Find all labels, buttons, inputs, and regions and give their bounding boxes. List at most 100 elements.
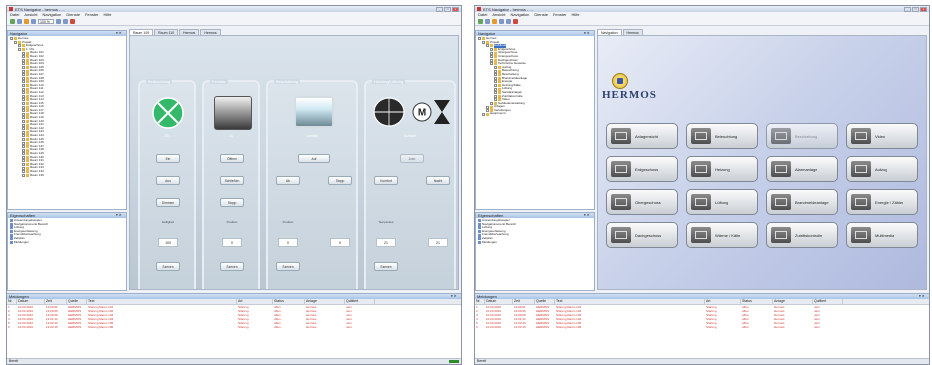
zoom-select[interactable]: 100 % <box>38 18 54 24</box>
refresh-icon[interactable] <box>499 18 504 24</box>
expand-icon[interactable] <box>22 163 25 167</box>
valve-motor-icon[interactable]: M <box>412 96 452 128</box>
minimize-button[interactable]: _ <box>904 6 911 12</box>
shading-value[interactable]: 0 <box>278 238 298 247</box>
menu-ansicht[interactable]: Ansicht <box>492 12 505 17</box>
expand-icon[interactable] <box>22 87 25 91</box>
close-button[interactable]: x <box>452 6 459 12</box>
expand-icon[interactable] <box>490 48 493 52</box>
hvac-value[interactable]: 21 <box>376 238 396 247</box>
tile-button[interactable]: Video <box>846 123 918 149</box>
expand-icon[interactable] <box>22 94 25 98</box>
lighting-dim-button[interactable]: Dimmen <box>156 198 180 207</box>
tile-button[interactable]: Heizung <box>686 156 758 182</box>
log-column-header[interactable]: Datum <box>485 299 513 304</box>
expand-icon[interactable] <box>494 80 497 84</box>
expand-icon[interactable] <box>494 98 497 102</box>
tile-button[interactable]: Lüftung <box>686 189 758 215</box>
expand-icon[interactable] <box>22 127 25 131</box>
home-icon[interactable] <box>24 18 29 24</box>
window-stop-button[interactable]: Stopp <box>220 198 244 207</box>
expand-icon[interactable] <box>486 109 489 113</box>
tile-button[interactable]: Zutrittskontrolle <box>766 222 838 248</box>
log-column-header[interactable]: Anlage <box>773 299 813 304</box>
tile-button[interactable]: Erdgeschoss <box>606 156 678 182</box>
expand-icon[interactable] <box>22 137 25 141</box>
light-bulb-icon[interactable] <box>151 96 185 130</box>
expand-icon[interactable] <box>490 62 493 66</box>
expand-icon[interactable] <box>22 152 25 156</box>
log-column-header[interactable]: Art <box>705 299 741 304</box>
menu-navigation[interactable]: Navigation <box>510 12 529 17</box>
shading-value-2[interactable]: 0 <box>330 238 350 247</box>
expand-icon[interactable] <box>486 44 489 48</box>
expand-icon[interactable] <box>482 40 485 44</box>
expand-icon[interactable] <box>22 73 25 77</box>
expand-icon[interactable] <box>18 48 21 52</box>
menu-navigation[interactable]: Navigation <box>42 12 61 17</box>
log-column-header[interactable]: Zeit <box>513 299 535 304</box>
expand-icon[interactable] <box>10 37 13 41</box>
lighting-off-button[interactable]: Aus <box>156 176 180 185</box>
blind-visual-icon[interactable] <box>294 96 334 128</box>
expand-icon[interactable] <box>22 62 25 66</box>
expand-icon[interactable] <box>22 109 25 113</box>
expand-icon[interactable] <box>22 91 25 95</box>
log-column-header[interactable]: Anlage <box>305 299 345 304</box>
hvac-comfort-button[interactable]: Komfort <box>374 176 398 185</box>
tile-button[interactable]: Multimedia <box>846 222 918 248</box>
window-value[interactable]: 0 <box>222 238 242 247</box>
log-column-header[interactable]: Zeit <box>45 299 67 304</box>
expand-icon[interactable] <box>22 101 25 105</box>
expand-icon[interactable] <box>22 123 25 127</box>
expand-icon[interactable] <box>22 76 25 80</box>
tile-button[interactable]: Obergeschoss <box>606 189 678 215</box>
expand-icon[interactable] <box>22 69 25 73</box>
expand-icon[interactable] <box>494 87 497 91</box>
menu-fenster[interactable]: Fenster <box>553 12 567 17</box>
expand-icon[interactable] <box>14 40 17 44</box>
expand-icon[interactable] <box>478 37 481 41</box>
log-row[interactable]: 6 10.03.2010 12:03:15 HERMOS Störung Raum 10… <box>7 325 461 329</box>
expand-icon[interactable] <box>22 130 25 134</box>
menu-hilfe[interactable]: Hilfe <box>572 12 580 17</box>
expand-icon[interactable] <box>22 116 25 120</box>
back-icon[interactable] <box>478 18 483 24</box>
tree-item[interactable]: Hauptmenü <box>478 112 592 116</box>
expand-icon[interactable] <box>22 58 25 62</box>
expand-icon[interactable] <box>22 98 25 102</box>
expand-icon[interactable] <box>22 145 25 149</box>
tile-button[interactable]: Alarmanlage <box>766 156 838 182</box>
expand-icon[interactable] <box>494 91 497 95</box>
property-item[interactable]: Meldungen <box>10 240 124 245</box>
expand-icon[interactable] <box>18 44 21 48</box>
tile-button[interactable]: Dachgeschoss <box>606 222 678 248</box>
expand-icon[interactable] <box>22 155 25 159</box>
tree-item[interactable]: Raum 135 <box>10 173 124 178</box>
log-column-header[interactable]: Status <box>273 299 305 304</box>
expand-icon[interactable] <box>22 134 25 138</box>
menu-dienste[interactable]: Dienste <box>534 12 548 17</box>
hvac-scenes-button[interactable]: Szenen <box>374 262 398 271</box>
forward-icon[interactable] <box>485 18 490 24</box>
zoom-out-icon[interactable] <box>63 18 68 24</box>
hvac-auto-button[interactable]: Auto <box>400 154 424 163</box>
shading-up-button[interactable]: Auf <box>298 154 330 163</box>
window-open-button[interactable]: Öffnen <box>220 154 244 163</box>
expand-icon[interactable] <box>22 105 25 109</box>
menu-fenster[interactable]: Fenster <box>85 12 99 17</box>
log-row[interactable]: 6 10.03.2010 12:03:15 HERMOS Störung Raum 10… <box>475 325 929 329</box>
shading-scenes-button[interactable]: Szenen <box>276 262 300 271</box>
log-column-header[interactable]: Quittiert <box>813 299 843 304</box>
maximize-button[interactable]: □ <box>444 6 451 12</box>
shading-down-button[interactable]: Ab <box>276 176 300 185</box>
tile-button[interactable]: Beschattung <box>766 123 838 149</box>
home-icon[interactable] <box>492 18 497 24</box>
log-column-header[interactable]: Quelle <box>67 299 87 304</box>
print-icon[interactable] <box>506 18 511 24</box>
tile-button[interactable]: Beleuchtung <box>686 123 758 149</box>
maximize-button[interactable]: □ <box>912 6 919 12</box>
expand-icon[interactable] <box>22 55 25 59</box>
log-column-header[interactable]: Art <box>237 299 273 304</box>
stop-icon[interactable] <box>70 18 75 24</box>
